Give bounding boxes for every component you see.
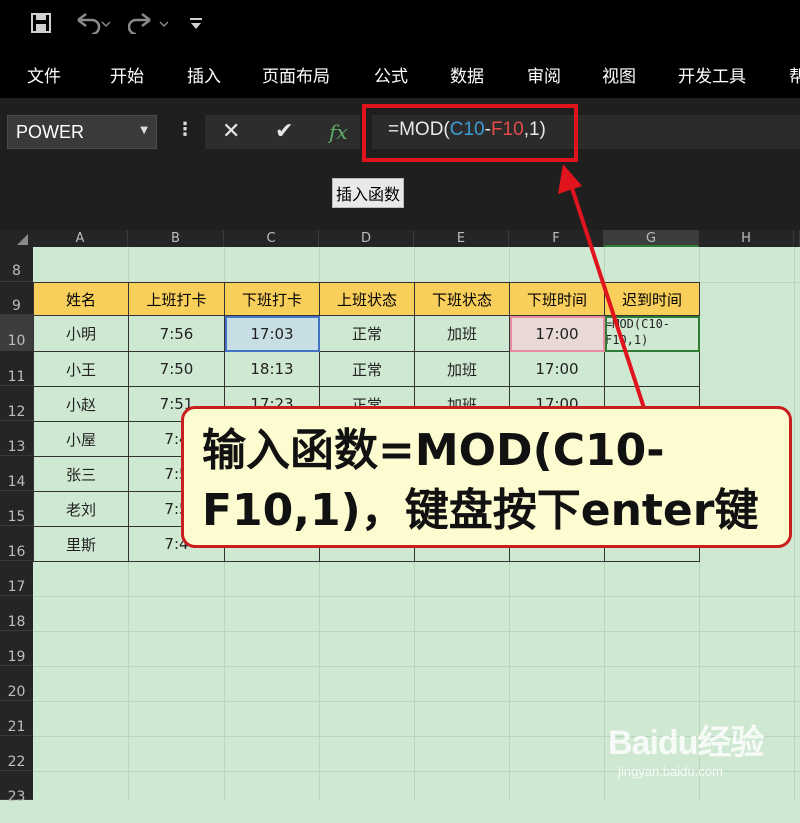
column-header-b[interactable]: B — [128, 230, 224, 247]
header-cell[interactable]: 下班状态 — [414, 282, 510, 316]
table-cell[interactable]: 正常 — [319, 351, 415, 387]
row-header-17[interactable]: 17 — [0, 561, 33, 596]
tab-help[interactable]: 帮 — [789, 62, 800, 87]
cell-g10-active[interactable]: =MOD(C10-F10,1) — [604, 315, 700, 352]
tab-data[interactable]: 数据 — [450, 62, 484, 87]
gridline — [33, 596, 800, 597]
table-cell[interactable]: 小王 — [33, 351, 129, 387]
gridline — [33, 701, 800, 702]
row-header-9[interactable]: 9 — [0, 282, 33, 315]
instruction-callout: 输入函数=MOD(C10-F10,1)，键盘按下enter键 — [181, 406, 792, 548]
column-header-g[interactable]: G — [604, 230, 699, 247]
row-header-13[interactable]: 13 — [0, 421, 33, 456]
column-header-e[interactable]: E — [414, 230, 509, 247]
column-header-a[interactable]: A — [33, 230, 128, 247]
table-cell[interactable]: 老刘 — [33, 491, 129, 527]
header-cell[interactable]: 上班打卡 — [128, 282, 225, 316]
row-header-8[interactable]: 8 — [0, 247, 33, 282]
gridline — [33, 666, 800, 667]
row-header-14[interactable]: 14 — [0, 456, 33, 491]
name-box[interactable]: POWER ▼ — [7, 115, 157, 149]
table-row: 小王 7:50 18:13 正常 加班 17:00 — [33, 351, 700, 387]
table-cell[interactable]: 小屋 — [33, 421, 129, 457]
table-cell[interactable]: 加班 — [414, 315, 510, 352]
column-header-d[interactable]: D — [319, 230, 414, 247]
undo-icon[interactable] — [72, 12, 112, 39]
table-cell[interactable]: 加班 — [414, 351, 510, 387]
table-cell[interactable]: 张三 — [33, 456, 129, 492]
cancel-icon[interactable]: ✕ — [222, 119, 240, 145]
insert-function-icon[interactable]: fx — [329, 119, 348, 145]
table-cell[interactable]: 7:50 — [128, 351, 225, 387]
tab-insert[interactable]: 插入 — [187, 62, 221, 87]
header-cell[interactable]: 下班打卡 — [224, 282, 320, 316]
table-header-row: 姓名 上班打卡 下班打卡 上班状态 下班状态 下班时间 迟到时间 — [33, 282, 700, 316]
watermark-url: jingyan.baidu.com — [618, 764, 723, 779]
name-box-value: POWER — [16, 122, 85, 142]
row-header-10[interactable]: 10 — [0, 315, 33, 351]
row-header-18[interactable]: 18 — [0, 596, 33, 631]
chevron-down-icon[interactable]: ▼ — [140, 125, 148, 136]
gridline — [794, 247, 795, 800]
table-row: 小明 7:56 17:03 正常 加班 17:00 =MOD(C10-F10,1… — [33, 315, 700, 352]
table-cell[interactable] — [604, 351, 700, 387]
table-cell[interactable]: 小明 — [33, 315, 129, 352]
cell-c10[interactable]: 17:03 — [224, 315, 320, 352]
row-header-21[interactable]: 21 — [0, 701, 33, 736]
header-cell[interactable]: 下班时间 — [509, 282, 605, 316]
table-cell[interactable]: 7:56 — [128, 315, 225, 352]
customize-icon[interactable] — [188, 12, 204, 36]
tab-formulas[interactable]: 公式 — [374, 62, 408, 87]
formula-buttons: ✕ ✔ fx — [205, 115, 360, 149]
header-cell[interactable]: 姓名 — [33, 282, 129, 316]
column-header-h[interactable]: H — [699, 230, 794, 247]
insert-function-tooltip: 插入函数 — [332, 178, 405, 208]
tab-developer[interactable]: 开发工具 — [678, 62, 746, 87]
row-header-16[interactable]: 16 — [0, 526, 33, 561]
tab-review[interactable]: 审阅 — [527, 62, 561, 87]
tab-file[interactable]: 文件 — [27, 62, 61, 87]
row-header-12[interactable]: 12 — [0, 386, 33, 421]
table-cell[interactable]: 18:13 — [224, 351, 320, 387]
row-header-11[interactable]: 11 — [0, 351, 33, 386]
cell-f10[interactable]: 17:00 — [509, 315, 605, 352]
baidu-watermark: Baidu经验 jingyan.baidu.com — [608, 715, 764, 779]
row-header-22[interactable]: 22 — [0, 736, 33, 771]
quick-access-toolbar — [0, 0, 800, 50]
formula-highlight-box — [362, 104, 578, 162]
confirm-icon[interactable]: ✔ — [275, 119, 293, 145]
gridline — [33, 631, 800, 632]
more-options-icon[interactable]: ⋮ — [176, 119, 194, 141]
save-icon[interactable] — [30, 12, 52, 39]
redo-icon[interactable] — [127, 12, 169, 39]
select-all-corner[interactable] — [0, 230, 33, 247]
table-cell[interactable]: 17:00 — [509, 351, 605, 387]
row-header-19[interactable]: 19 — [0, 631, 33, 666]
column-header-i[interactable] — [794, 230, 800, 247]
callout-text: 输入函数=MOD(C10-F10,1)，键盘按下enter键 — [202, 425, 759, 536]
watermark-logo: Baidu经验 — [608, 724, 764, 762]
tab-view[interactable]: 视图 — [602, 62, 636, 87]
row-header-23[interactable]: 23 — [0, 771, 33, 805]
table-cell[interactable]: 小赵 — [33, 386, 129, 422]
ribbon-tabs: 文件 开始 插入 页面布局 公式 数据 审阅 视图 开发工具 帮 — [0, 50, 800, 98]
header-cell[interactable]: 上班状态 — [319, 282, 415, 316]
row-header-20[interactable]: 20 — [0, 666, 33, 701]
tab-page-layout[interactable]: 页面布局 — [262, 62, 330, 87]
tab-home[interactable]: 开始 — [110, 62, 144, 87]
row-header-15[interactable]: 15 — [0, 491, 33, 526]
header-cell[interactable]: 迟到时间 — [604, 282, 700, 316]
table-cell[interactable]: 里斯 — [33, 526, 129, 562]
column-header-c[interactable]: C — [224, 230, 319, 247]
column-header-f[interactable]: F — [509, 230, 604, 247]
table-cell[interactable]: 正常 — [319, 315, 415, 352]
